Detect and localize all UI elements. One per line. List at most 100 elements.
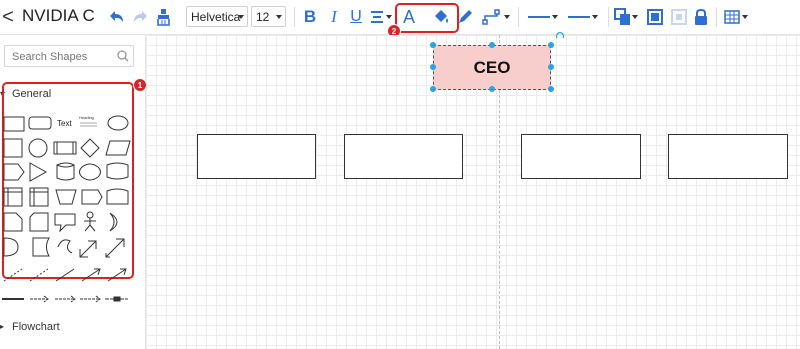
tape-shape[interactable] (106, 162, 129, 180)
bold-button[interactable]: B (302, 7, 318, 27)
table-button[interactable] (723, 7, 749, 27)
back-icon: < (2, 5, 14, 28)
toolbar: < NVIDIA C Helvetica 12 B I U 2 A (0, 0, 800, 38)
drawing-canvas[interactable]: CEO (146, 32, 800, 349)
resize-handle[interactable] (489, 42, 495, 48)
pencil-icon (459, 10, 472, 23)
align-icon (371, 11, 383, 23)
resize-handle[interactable] (430, 64, 436, 70)
card-shape[interactable] (29, 212, 49, 232)
table-icon (724, 10, 740, 24)
directional-connector-shape[interactable] (81, 268, 101, 282)
cloud-shape[interactable] (79, 163, 101, 181)
font-size-select[interactable]: 12 (251, 6, 286, 27)
chevron-down-icon (592, 15, 598, 19)
search-icon[interactable] (117, 50, 129, 62)
undo-button[interactable] (106, 8, 126, 26)
document-title[interactable]: NVIDIA C (22, 6, 95, 26)
or-shape[interactable] (109, 212, 118, 232)
step-shape[interactable] (81, 189, 103, 205)
rotate-handle-icon[interactable] (555, 32, 565, 42)
chevron-down-icon (504, 15, 510, 19)
resize-handle[interactable] (430, 86, 436, 92)
flowchart-expand-icon[interactable]: ▸ (0, 322, 4, 331)
font-family-select[interactable]: Helvetica (186, 6, 248, 27)
dashed-line-shape[interactable] (3, 268, 23, 282)
trapezoid-shape[interactable] (55, 189, 77, 205)
arrange-button[interactable] (614, 7, 638, 27)
connector-arrow-shape[interactable] (107, 268, 127, 282)
square-shape[interactable] (3, 138, 23, 158)
curve-shape[interactable] (57, 239, 73, 254)
flowchart-section-label[interactable]: Flowchart (12, 321, 60, 333)
dashed-arrow-shape[interactable] (30, 295, 49, 303)
org-box-2[interactable] (344, 134, 463, 179)
send-to-back-icon (671, 9, 687, 25)
org-box-3[interactable] (521, 134, 641, 179)
hexagon-shape[interactable] (3, 163, 25, 181)
callout-shape[interactable] (54, 213, 76, 233)
connector-style-button[interactable] (481, 7, 511, 27)
delay-shape[interactable] (3, 237, 19, 257)
line-style-button[interactable] (526, 7, 560, 27)
actor-shape[interactable] (86, 211, 94, 219)
align-button[interactable] (370, 7, 392, 27)
org-box-1[interactable] (197, 134, 316, 179)
document-shape[interactable] (106, 188, 129, 205)
font-color-button[interactable]: A (401, 6, 417, 28)
rectangle-shape[interactable] (3, 116, 25, 132)
line-width-button[interactable] (566, 7, 600, 27)
underline-button[interactable]: U (348, 7, 364, 27)
chevron-down-icon (238, 15, 244, 19)
container-shape[interactable] (3, 187, 23, 207)
diamond-shape[interactable] (80, 138, 100, 158)
shape-library-sidebar: ▾ General 1 (0, 35, 147, 349)
triangle-shape[interactable] (29, 162, 48, 182)
dotted-line-shape[interactable] (29, 268, 49, 282)
line-shape[interactable] (55, 268, 75, 282)
redo-button[interactable] (131, 8, 151, 26)
lock-button[interactable] (693, 6, 709, 28)
ceo-label[interactable]: CEO (474, 58, 511, 78)
data-storage-shape[interactable] (32, 237, 50, 257)
chevron-down-icon (276, 15, 282, 19)
ceo-box[interactable]: CEO (433, 45, 551, 90)
general-shapes-grid (2, 115, 131, 303)
link-arrow-shape[interactable] (80, 295, 101, 303)
bidirectional-arrow-shape[interactable] (79, 240, 97, 258)
bring-to-front-button[interactable] (646, 7, 664, 27)
search-input[interactable] (10, 47, 118, 67)
format-painter-button[interactable] (155, 7, 173, 27)
line-color-button[interactable] (457, 7, 473, 27)
circle-shape[interactable] (28, 138, 48, 158)
bring-to-front-icon (647, 9, 663, 25)
send-to-back-button[interactable] (670, 7, 688, 27)
chevron-down-icon (386, 15, 392, 19)
internal-storage-shape[interactable] (29, 187, 49, 207)
arrow-shape[interactable] (105, 238, 125, 258)
text-shape[interactable]: Text (57, 119, 72, 128)
note-shape[interactable] (3, 212, 23, 232)
redo-icon (134, 11, 147, 22)
format-painter-icon (157, 9, 170, 26)
chevron-down-icon (632, 15, 638, 19)
font-family-value: Helvetica (191, 9, 241, 24)
undo-icon (110, 11, 123, 22)
resize-handle[interactable] (548, 86, 554, 92)
chevron-down-icon (742, 15, 748, 19)
resize-handle[interactable] (548, 42, 554, 48)
resize-handle[interactable] (430, 42, 436, 48)
ellipse-shape[interactable] (107, 115, 129, 131)
parallelogram-shape[interactable] (105, 140, 131, 156)
org-box-4[interactable] (668, 134, 788, 179)
italic-button[interactable]: I (326, 7, 342, 27)
back-button[interactable]: < (0, 6, 16, 28)
dotted-arrow-shape[interactable] (55, 295, 76, 303)
rounded-rectangle-shape[interactable] (28, 116, 52, 130)
divider (608, 7, 609, 27)
fill-color-button[interactable] (430, 7, 452, 27)
lock-icon (695, 9, 707, 25)
resize-handle[interactable] (548, 64, 554, 70)
resize-handle[interactable] (489, 86, 495, 92)
cylinder-shape[interactable] (56, 162, 75, 181)
